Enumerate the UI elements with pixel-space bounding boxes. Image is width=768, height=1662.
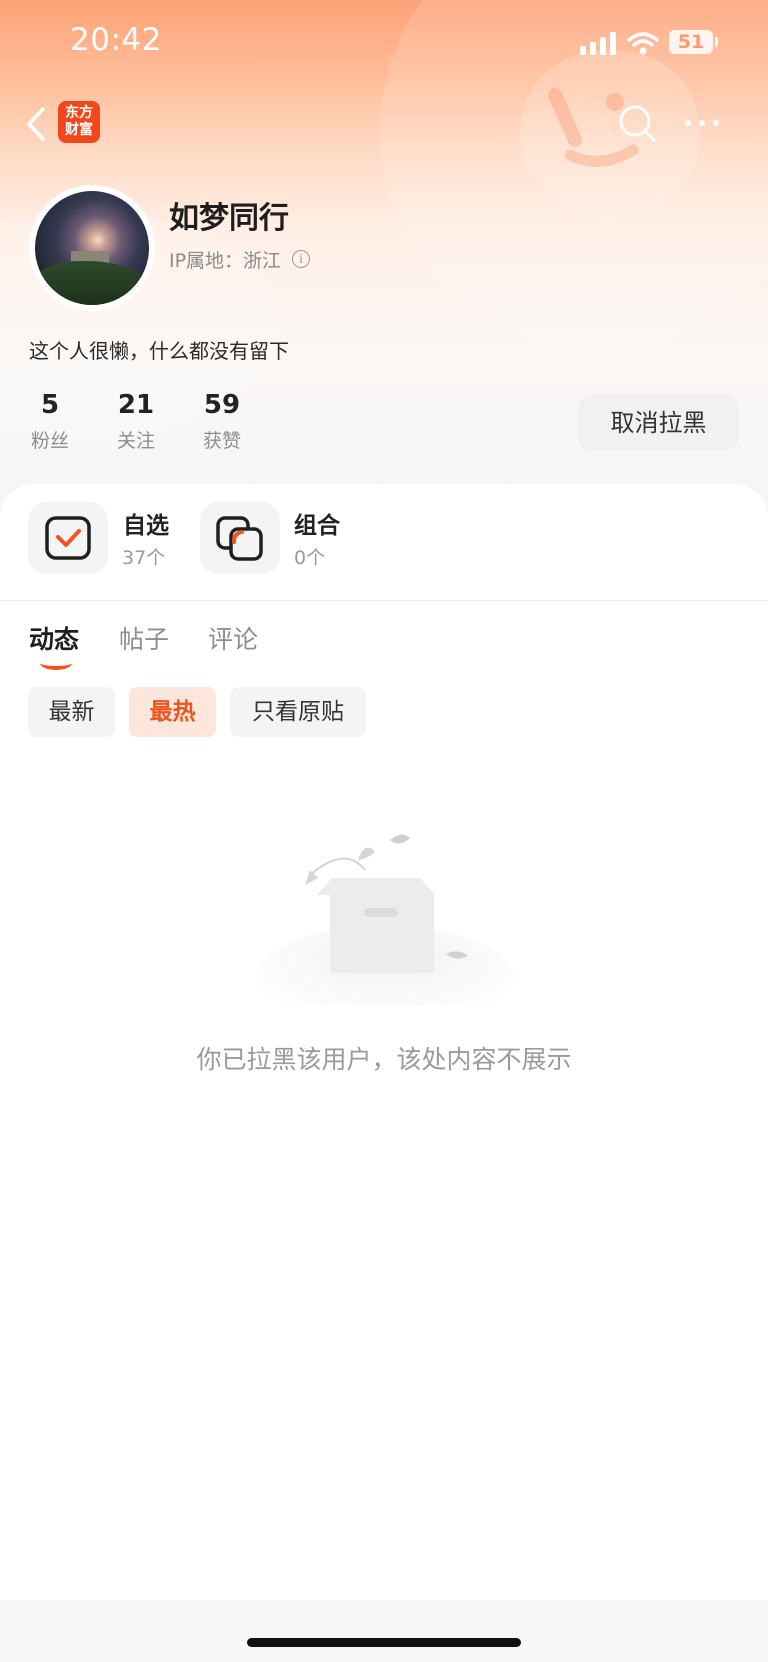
tab-activity[interactable]: 动态 [29, 620, 79, 656]
tab-posts[interactable]: 帖子 [119, 620, 169, 656]
unblock-button[interactable]: 取消拉黑 [578, 395, 739, 451]
bottom-safe-area [0, 1600, 768, 1662]
watchlist-check-icon [45, 516, 91, 560]
battery-tip [715, 37, 718, 47]
watchlist-count: 37个 [122, 547, 166, 569]
portfolio-entry[interactable] [200, 502, 280, 574]
content-card [0, 484, 768, 1594]
section-divider [0, 600, 768, 601]
home-indicator[interactable] [247, 1638, 521, 1647]
username: 如梦同行 [169, 201, 289, 236]
bio-text: 这个人很懒，什么都没有留下 [29, 339, 289, 363]
watchlist-entry[interactable] [28, 502, 108, 574]
avatar[interactable] [35, 191, 149, 305]
logo-text-line1: 东方 [65, 105, 93, 121]
wifi-icon [627, 32, 659, 55]
info-icon[interactable]: i [292, 250, 310, 268]
mascot-decoration-icon [520, 50, 700, 230]
filter-original-only[interactable]: 只看原贴 [230, 687, 366, 737]
tab-comments[interactable]: 评论 [208, 620, 258, 656]
likes-count: 59 [203, 390, 241, 420]
following-count[interactable]: 21 [106, 390, 166, 420]
active-tab-indicator [40, 656, 72, 670]
cellular-signal-icon [580, 32, 616, 55]
followers-count[interactable]: 5 [20, 390, 80, 420]
status-time: 20:42 [70, 22, 162, 58]
following-label[interactable]: 关注 [106, 426, 166, 453]
more-options-icon[interactable] [683, 117, 721, 129]
likes-label: 获赞 [202, 430, 241, 452]
logo-text-line2: 财富 [65, 122, 93, 138]
battery-level: 51 [669, 30, 713, 54]
search-icon[interactable] [618, 104, 658, 144]
filter-latest[interactable]: 最新 [28, 687, 115, 737]
portfolio-icon [216, 516, 263, 561]
ip-location: IP属地：浙江 [169, 250, 282, 272]
portfolio-count: 0个 [294, 547, 326, 569]
filter-hottest[interactable]: 最热 [129, 687, 216, 737]
blocked-user-message: 你已拉黑该用户，该处内容不展示 [196, 1045, 572, 1074]
watchlist-title[interactable]: 自选 [123, 506, 169, 540]
followers-label[interactable]: 粉丝 [20, 426, 80, 453]
portfolio-title[interactable]: 组合 [294, 506, 340, 540]
back-arrow-icon[interactable] [24, 106, 48, 142]
avatar-trees [35, 261, 149, 305]
app-logo: 东方 财富 [58, 101, 100, 143]
empty-box-illustration-icon [255, 834, 515, 1005]
